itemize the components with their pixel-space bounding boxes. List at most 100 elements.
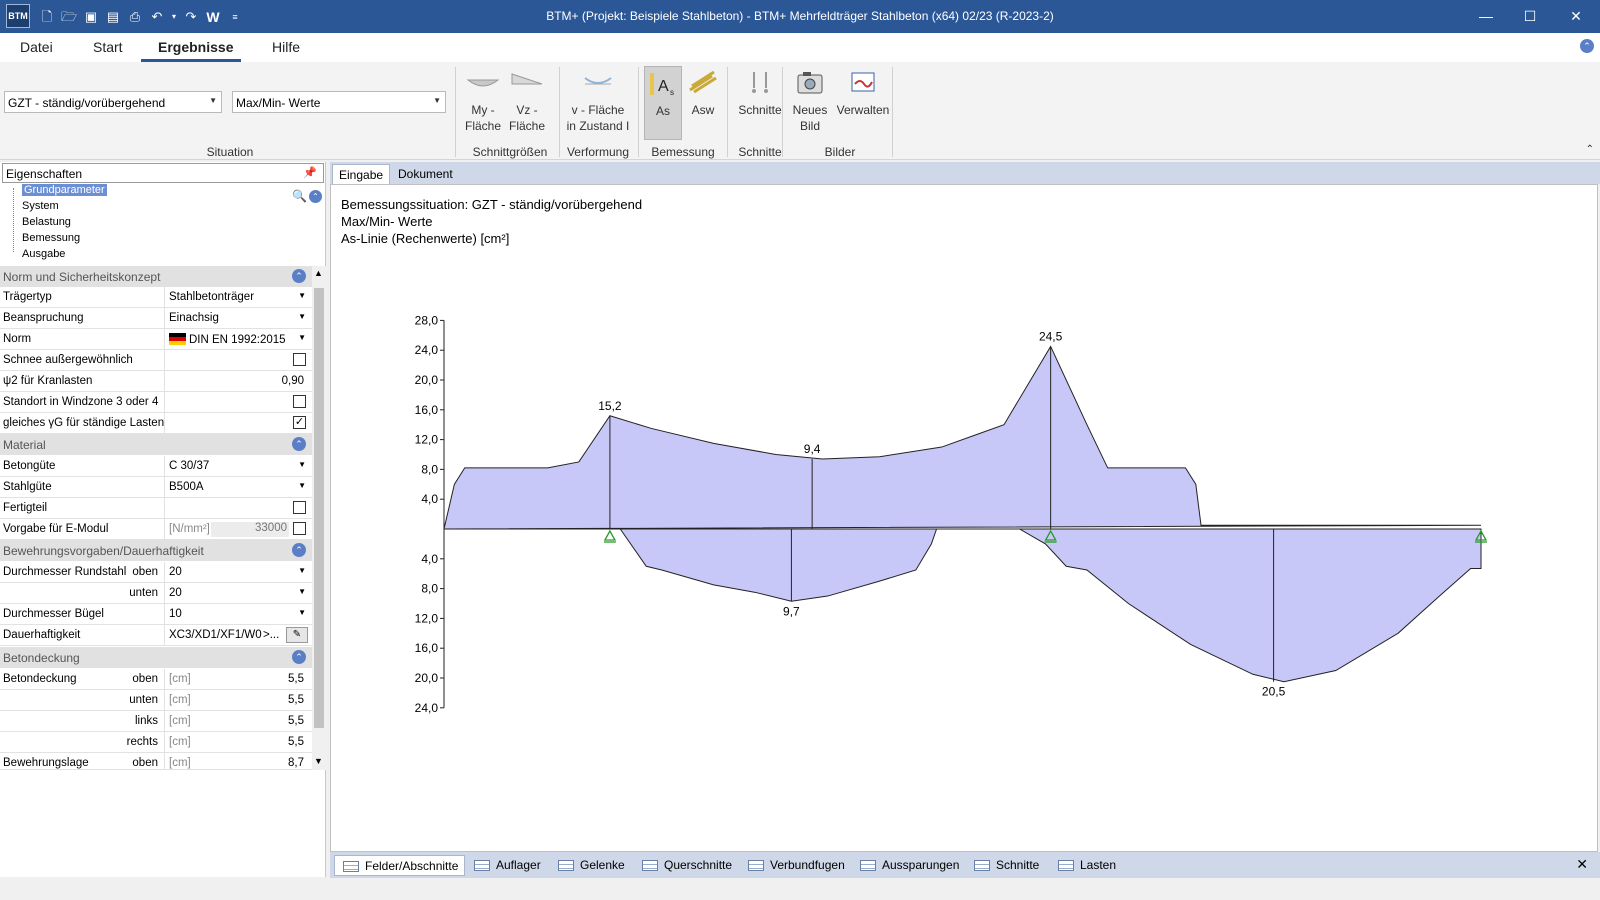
- row-schnee: Schnee außergewöhnlich: [0, 350, 312, 371]
- pin-icon[interactable]: 📌: [303, 166, 317, 179]
- label-bd-links: links: [134, 715, 158, 727]
- verwalten-button[interactable]: Verwalten: [834, 66, 892, 140]
- input-psi2[interactable]: 0,90: [164, 371, 312, 392]
- collapse-ribbon-icon[interactable]: ⌃: [1586, 144, 1594, 155]
- data-label: 20,5: [1262, 685, 1286, 699]
- chevron-up-icon[interactable]: ⌃: [292, 437, 306, 451]
- v-flaeche-line1: v - Fläche: [571, 103, 625, 117]
- btab-gelenke[interactable]: Gelenke: [550, 855, 631, 876]
- input-bd-rechts[interactable]: [cm] 5,5: [164, 732, 312, 753]
- label-windzone: Standort in Windzone 3 oder 4: [3, 396, 159, 408]
- tree-item-belastung[interactable]: Belastung: [22, 216, 71, 228]
- section-material[interactable]: Material ⌃: [0, 434, 312, 455]
- btab-lasten[interactable]: Lasten: [1050, 855, 1122, 876]
- situation-combo[interactable]: GZT - ständig/vorübergehend ▼: [4, 91, 222, 113]
- tab-eingabe[interactable]: Eingabe: [332, 164, 391, 184]
- cell-fertigteil: [164, 498, 312, 519]
- select-norm[interactable]: DIN EN 1992:2015 ▼: [164, 329, 312, 350]
- stirrup-asw-icon: [689, 70, 717, 94]
- btab-querschnitte[interactable]: Querschnitte: [634, 855, 738, 876]
- btab-felder[interactable]: Felder/Abschnitte: [334, 855, 466, 876]
- select-betonguete[interactable]: C 30/37 ▼: [164, 456, 312, 477]
- select-buegel[interactable]: 10 ▼: [164, 604, 312, 625]
- schnitte-button[interactable]: Schnitte: [731, 66, 789, 140]
- tree-item-bemessung[interactable]: Bemessung: [22, 232, 80, 244]
- scroll-down-icon[interactable]: ▼: [314, 756, 323, 766]
- chevron-down-icon: ▼: [298, 608, 306, 617]
- checkbox-gleiches[interactable]: ✓: [293, 416, 306, 429]
- situation-combo-value: GZT - ständig/vorübergehend: [8, 96, 166, 110]
- collapse-all-icon[interactable]: ⌃: [309, 190, 322, 203]
- asw-button[interactable]: Asw: [684, 66, 722, 140]
- chevron-up-icon[interactable]: ⌃: [292, 543, 306, 557]
- tab-dokument[interactable]: Dokument: [392, 164, 459, 184]
- label-stahlguete: Stahlgüte: [3, 481, 52, 493]
- row-stahlguete: Stahlgüte B500A ▼: [0, 477, 312, 498]
- btab-lasten-label: Lasten: [1080, 858, 1117, 872]
- input-emodul[interactable]: 33000: [211, 522, 289, 537]
- select-rund-oben[interactable]: 20 ▼: [164, 562, 312, 583]
- y-tick-label: 12,0: [415, 433, 439, 447]
- menu-tab-ergebnisse[interactable]: Ergebnisse: [158, 39, 233, 55]
- label-dauer: Dauerhaftigkeit: [3, 629, 81, 641]
- checkbox-windzone[interactable]: [293, 395, 306, 408]
- menu-tab-datei[interactable]: Datei: [20, 39, 53, 55]
- input-dauer[interactable]: XC3/XD1/XF1/W0 >... ✎: [164, 625, 312, 646]
- neues-bild-button[interactable]: Neues Bild: [788, 66, 832, 140]
- table-icon: [1058, 860, 1074, 871]
- vz-flaeche-line2: Fläche: [508, 119, 546, 133]
- vz-flaeche-button[interactable]: Vz - Fläche: [506, 66, 548, 140]
- deformation-icon: [584, 77, 612, 85]
- input-bd-unten[interactable]: [cm] 5,5: [164, 690, 312, 711]
- v-flaeche-button[interactable]: v - Fläche in Zustand I: [562, 66, 634, 140]
- close-icon[interactable]: ✕: [1576, 856, 1588, 873]
- input-bd-links[interactable]: [cm] 5,5: [164, 711, 312, 732]
- btab-schnitte[interactable]: Schnitte: [966, 855, 1045, 876]
- close-window-button[interactable]: ✕: [1556, 5, 1596, 27]
- tree-item-grundparameter[interactable]: Grundparameter: [22, 184, 107, 196]
- input-bl-oben[interactable]: [cm] 8,7: [164, 753, 312, 769]
- chevron-down-icon: ▼: [298, 587, 306, 596]
- scrollbar-thumb[interactable]: [314, 288, 324, 728]
- select-beanspruchung[interactable]: Einachsig ▼: [164, 308, 312, 329]
- select-traegertyp[interactable]: Stahlbetonträger ▼: [164, 287, 312, 308]
- chevron-up-icon[interactable]: ⌃: [292, 269, 306, 283]
- label-traegertyp: Trägertyp: [3, 291, 52, 303]
- checkbox-schnee[interactable]: [293, 353, 306, 366]
- values-combo[interactable]: Max/Min- Werte ▼: [232, 91, 446, 113]
- row-betonguete: Betongüte C 30/37 ▼: [0, 456, 312, 477]
- as-button[interactable]: As As: [644, 66, 682, 140]
- edit-icon[interactable]: ✎: [286, 627, 308, 643]
- row-bd-links: links [cm] 5,5: [0, 711, 312, 732]
- btab-verbundfugen[interactable]: Verbundfugen: [740, 855, 851, 876]
- section-bewehrung[interactable]: Bewehrungsvorgaben/Dauerhaftigkeit ⌃: [0, 540, 312, 561]
- menu-tab-start[interactable]: Start: [93, 39, 123, 55]
- chevron-down-icon: ▼: [433, 96, 441, 105]
- menu-tab-hilfe[interactable]: Hilfe: [272, 39, 300, 55]
- maximize-button[interactable]: ☐: [1510, 5, 1550, 27]
- chevron-up-icon[interactable]: ⌃: [292, 650, 306, 664]
- group-label-bilder: Bilder: [824, 145, 856, 159]
- title-bar: BTM 🗋 🗁 ▣ ▤ ⎙ ↶ ▾ ↷ W ≡ BTM+ (Projekt: B…: [0, 0, 1600, 33]
- my-flaeche-button[interactable]: My - Fläche: [462, 66, 504, 140]
- btab-aussparungen[interactable]: Aussparungen: [852, 855, 965, 876]
- minimize-button[interactable]: —: [1466, 5, 1506, 27]
- cell-schnee: [164, 350, 312, 371]
- select-stahlguete[interactable]: B500A ▼: [164, 477, 312, 498]
- section-betondeckung[interactable]: Betondeckung ⌃: [0, 647, 312, 668]
- search-icon[interactable]: 🔍: [292, 189, 307, 203]
- help-collapse-icon[interactable]: ⌃: [1580, 39, 1594, 53]
- input-bd-oben[interactable]: [cm] 5,5: [164, 669, 312, 690]
- properties-scrollbar[interactable]: ▲ ▼: [312, 266, 326, 770]
- section-norm[interactable]: Norm und Sicherheitskonzept ⌃: [0, 266, 312, 287]
- checkbox-fertigteil[interactable]: [293, 501, 306, 514]
- unit-bd-unten: [cm]: [169, 694, 191, 706]
- unit-bd-links: [cm]: [169, 715, 191, 727]
- tree-item-system[interactable]: System: [22, 200, 59, 212]
- select-rund-unten[interactable]: 20 ▼: [164, 583, 312, 604]
- btab-auflager[interactable]: Auflager: [466, 855, 547, 876]
- scroll-up-icon[interactable]: ▲: [314, 268, 323, 278]
- tree-item-ausgabe[interactable]: Ausgabe: [22, 248, 65, 260]
- checkbox-emodul[interactable]: [293, 522, 306, 535]
- group-separator: [892, 67, 893, 157]
